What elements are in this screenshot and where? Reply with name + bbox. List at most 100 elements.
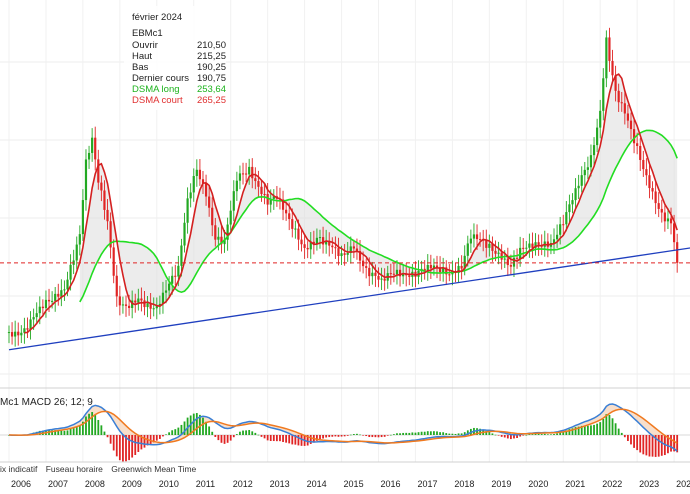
candle bbox=[571, 193, 574, 214]
candle bbox=[7, 325, 11, 344]
candle bbox=[183, 212, 186, 253]
candle-body bbox=[54, 293, 57, 301]
macd-histogram-bar bbox=[611, 418, 614, 435]
candle-body bbox=[214, 225, 217, 240]
candle-body bbox=[235, 180, 238, 192]
macd-histogram-bar bbox=[211, 431, 214, 435]
macd-histogram-bar bbox=[158, 435, 161, 439]
candle-body bbox=[565, 212, 568, 225]
candle-body bbox=[285, 209, 288, 214]
candle-body bbox=[241, 173, 245, 175]
candle bbox=[115, 265, 118, 307]
macd-histogram-bar bbox=[155, 435, 158, 441]
candle-body bbox=[14, 331, 17, 337]
price-chart[interactable]: 2006 2007 2008 2009 2010 2011 2012 2013 2014 2015… bbox=[0, 0, 690, 494]
candle-body bbox=[479, 239, 482, 241]
macd-histogram-bar bbox=[417, 432, 420, 435]
candle-body bbox=[143, 300, 146, 308]
x-tick-label: 2020 bbox=[528, 479, 548, 489]
candle-body bbox=[605, 37, 608, 79]
macd-panel[interactable] bbox=[0, 403, 690, 462]
macd-histogram-bar bbox=[593, 424, 595, 435]
macd-histogram-bar bbox=[223, 435, 226, 444]
candle-body bbox=[519, 247, 522, 259]
macd-histogram-bar bbox=[275, 435, 278, 442]
candle bbox=[112, 239, 115, 284]
macd-histogram-bar bbox=[337, 435, 340, 437]
macd-histogram-bar bbox=[546, 434, 549, 435]
tooltip-symbol: EBMc1 bbox=[132, 28, 163, 39]
candle bbox=[232, 180, 235, 222]
candle-body bbox=[515, 257, 519, 259]
candle-body bbox=[617, 90, 620, 103]
candle-body bbox=[238, 173, 242, 181]
candle-body bbox=[337, 248, 340, 257]
candle bbox=[660, 199, 663, 223]
candle bbox=[528, 233, 531, 258]
candle bbox=[442, 257, 445, 282]
tooltip-row-high: Haut 215,25 bbox=[132, 51, 226, 62]
candle-body bbox=[306, 247, 309, 250]
candle-body bbox=[340, 253, 343, 257]
macd-histogram-bar bbox=[272, 435, 275, 442]
candle-body bbox=[525, 247, 528, 249]
candle-body bbox=[229, 210, 232, 225]
candle-body bbox=[562, 224, 565, 226]
candle-body bbox=[559, 224, 562, 235]
candle-body bbox=[91, 137, 94, 153]
candle bbox=[192, 168, 195, 202]
candle bbox=[20, 325, 23, 344]
macd-histogram-bar bbox=[494, 434, 497, 436]
candle bbox=[515, 248, 519, 269]
candle-body bbox=[645, 169, 648, 176]
candle-body bbox=[7, 332, 11, 334]
candle bbox=[534, 233, 537, 256]
candle bbox=[519, 236, 522, 267]
candle-body bbox=[244, 173, 248, 175]
candle bbox=[654, 181, 657, 215]
macd-histogram-bar bbox=[220, 435, 223, 443]
candle bbox=[303, 234, 306, 259]
macd-histogram-bar bbox=[334, 435, 337, 437]
x-tick-label: 2013 bbox=[270, 479, 290, 489]
macd-histogram-bar bbox=[257, 434, 260, 436]
macd-histogram-bar bbox=[660, 435, 663, 456]
macd-histogram-bar bbox=[88, 413, 90, 435]
price-note: ix indicatif bbox=[0, 464, 38, 474]
x-tick-label: 2018 bbox=[454, 479, 474, 489]
candle-body bbox=[186, 198, 189, 223]
candle-body bbox=[174, 275, 177, 277]
candle-body bbox=[392, 273, 395, 275]
macd-histogram-bar bbox=[522, 435, 525, 436]
candle-body bbox=[648, 175, 651, 189]
macd-histogram-bar bbox=[513, 435, 515, 439]
candle bbox=[648, 165, 651, 199]
candle-body bbox=[494, 250, 497, 254]
candle bbox=[512, 250, 516, 277]
candle-body bbox=[626, 113, 630, 121]
candle-body bbox=[343, 253, 346, 255]
candle-body bbox=[352, 246, 355, 249]
candle-body bbox=[115, 275, 118, 297]
macd-histogram-bar bbox=[405, 432, 408, 435]
candle bbox=[676, 233, 679, 273]
macd-spread-fill bbox=[9, 404, 678, 452]
macd-histogram-bar bbox=[285, 435, 288, 443]
x-tick-label: 2017 bbox=[417, 479, 437, 489]
candle bbox=[195, 159, 198, 187]
candle bbox=[72, 249, 75, 275]
candle bbox=[580, 166, 583, 193]
macd-histogram-bar bbox=[343, 435, 346, 437]
tooltip-row-open: Ouvrir 210,50 bbox=[132, 40, 226, 51]
macd-histogram-bar bbox=[365, 435, 368, 437]
macd-histogram-bar bbox=[420, 431, 423, 435]
macd-histogram-bar bbox=[251, 431, 254, 435]
macd-histogram-bar bbox=[325, 435, 328, 438]
candle bbox=[189, 183, 192, 208]
candle-body bbox=[257, 181, 260, 187]
macd-histogram-bar bbox=[645, 435, 648, 456]
candle-body bbox=[580, 175, 583, 186]
macd-histogram-bar bbox=[488, 432, 491, 435]
candle-body bbox=[389, 273, 392, 275]
candle-body bbox=[106, 209, 109, 222]
